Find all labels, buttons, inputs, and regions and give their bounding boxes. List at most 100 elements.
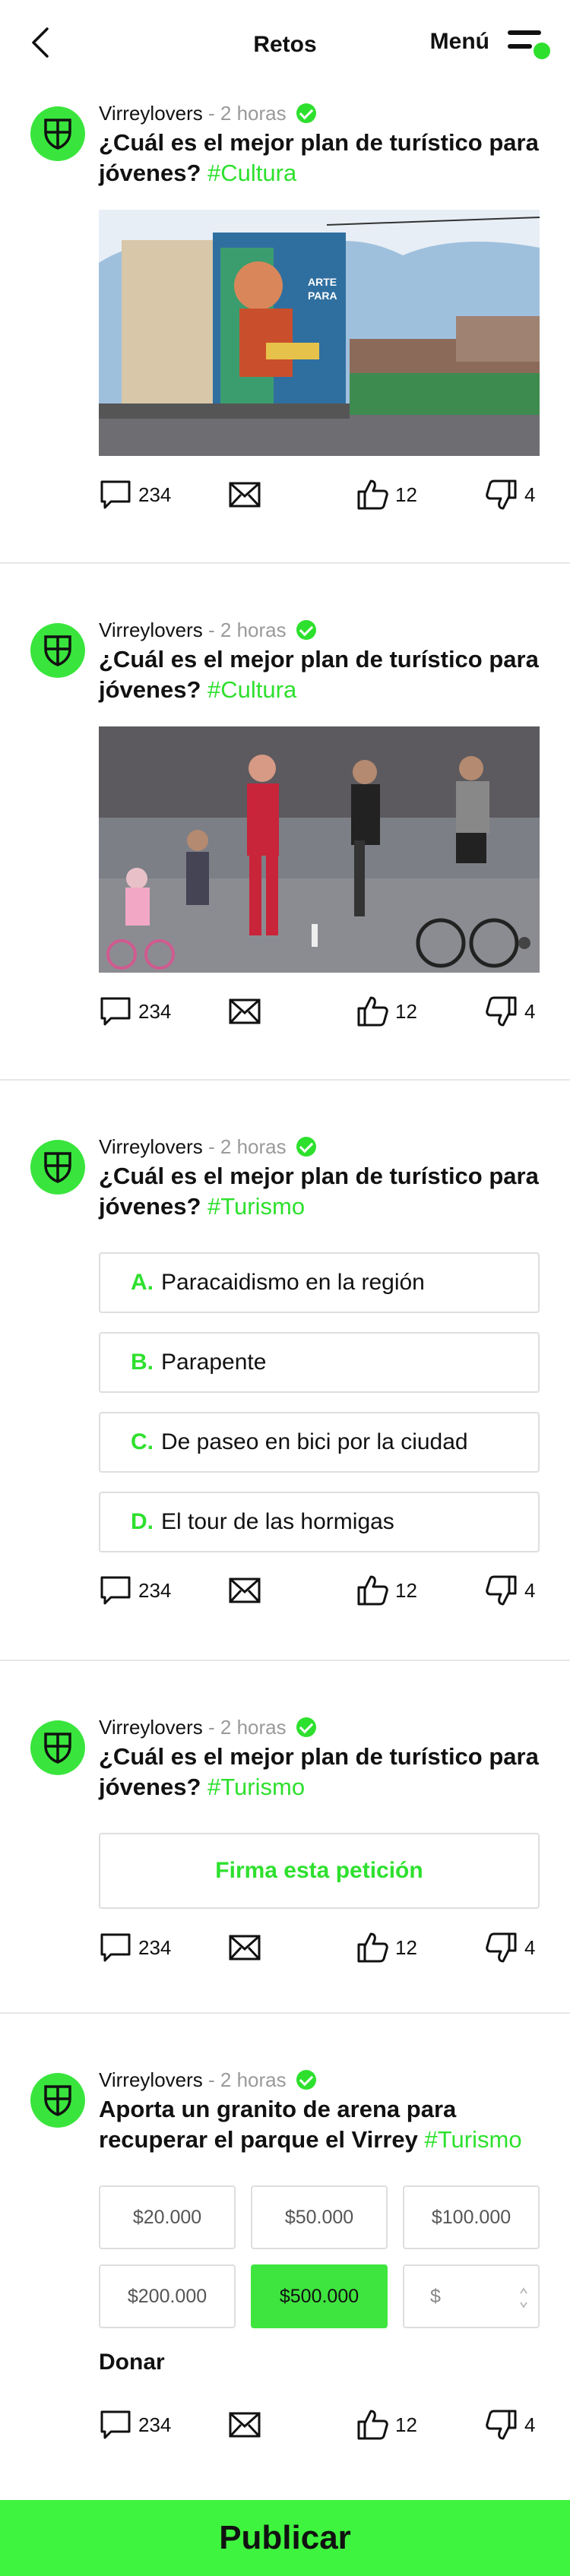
dislike-count: 4 xyxy=(524,483,536,506)
like-button[interactable]: 12 xyxy=(356,476,417,514)
comment-count: 234 xyxy=(138,1578,172,1602)
option-text: Parapente xyxy=(161,1350,267,1375)
dislike-button[interactable]: 4 xyxy=(485,1571,535,1609)
author-name[interactable]: Virreylovers xyxy=(99,619,203,641)
comments-button[interactable]: 234 xyxy=(99,476,171,514)
comments-button[interactable]: 234 xyxy=(99,992,171,1030)
stepper-arrows-icon[interactable] xyxy=(518,2284,529,2312)
poll-option-d[interactable]: D. El tour de las hormigas xyxy=(99,1492,540,1552)
comment-icon xyxy=(100,1933,131,1962)
custom-amount-input[interactable]: $ xyxy=(403,2264,540,2328)
like-button[interactable]: 12 xyxy=(356,992,417,1030)
svg-text:ARTE: ARTE xyxy=(308,276,337,288)
amount-option-selected[interactable]: $500.000 xyxy=(251,2264,388,2328)
hashtag-link[interactable]: #Turismo xyxy=(425,2126,522,2153)
hashtag-link[interactable]: #Cultura xyxy=(207,676,296,703)
dislike-button[interactable]: 4 xyxy=(485,992,535,1030)
post-title: ¿Cuál es el mejor plan de turístico para… xyxy=(99,128,547,188)
thumbs-down-icon xyxy=(486,2410,517,2440)
donate-button[interactable]: Donar xyxy=(99,2350,165,2375)
post-time: - 2 horas xyxy=(208,619,287,641)
like-count: 12 xyxy=(395,1578,417,1602)
post-title-text: Aporta un granito de arena para recupera… xyxy=(99,2096,457,2153)
hashtag-link[interactable]: #Turismo xyxy=(207,1774,305,1800)
comment-icon xyxy=(100,1576,131,1605)
thumbs-down-icon xyxy=(486,996,517,1027)
author-name[interactable]: Virreylovers xyxy=(99,102,203,125)
thumbs-up-icon xyxy=(357,1575,388,1606)
like-button[interactable]: 12 xyxy=(356,1929,417,1967)
comments-button[interactable]: 234 xyxy=(99,1929,171,1967)
post-meta: Virreylovers - 2 horas xyxy=(99,1135,316,1159)
post-time: - 2 horas xyxy=(208,1135,287,1158)
shield-icon xyxy=(44,119,71,150)
shield-icon xyxy=(44,635,71,666)
share-button[interactable] xyxy=(228,2406,261,2444)
share-button[interactable] xyxy=(228,1571,261,1609)
poll-option-c[interactable]: C. De paseo en bici por la ciudad xyxy=(99,1412,540,1473)
thumbs-up-icon xyxy=(357,479,388,510)
avatar[interactable] xyxy=(30,623,85,678)
post-image[interactable] xyxy=(99,726,540,973)
thumbs-down-icon xyxy=(486,1932,517,1963)
option-letter: B. xyxy=(131,1350,154,1375)
post-card: Virreylovers - 2 horas ¿Cuál es el mejor… xyxy=(0,0,570,562)
option-letter: C. xyxy=(131,1429,154,1454)
option-text: El tour de las hormigas xyxy=(161,1509,394,1534)
share-button[interactable] xyxy=(228,1929,261,1967)
verified-icon xyxy=(296,103,316,123)
comments-button[interactable]: 234 xyxy=(99,2406,171,2444)
post-card: Virreylovers - 2 horas ¿Cuál es el mejor… xyxy=(0,517,570,1079)
amount-option[interactable]: $50.000 xyxy=(251,2185,388,2249)
comment-icon xyxy=(100,2410,131,2439)
mail-icon xyxy=(229,2412,261,2438)
author-name[interactable]: Virreylovers xyxy=(99,1716,203,1739)
like-count: 12 xyxy=(395,999,417,1023)
amount-option[interactable]: $20.000 xyxy=(99,2185,236,2249)
avatar[interactable] xyxy=(30,106,85,161)
comments-button[interactable]: 234 xyxy=(99,1571,171,1609)
poll-post-card: Virreylovers - 2 horas ¿Cuál es el mejor… xyxy=(0,1033,570,1657)
hashtag-link[interactable]: #Turismo xyxy=(207,1193,305,1220)
comment-icon xyxy=(100,480,131,509)
post-image[interactable]: ARTE PARA xyxy=(99,210,540,456)
option-text: Paracaidismo en la región xyxy=(161,1270,425,1295)
poll-option-b[interactable]: B. Parapente xyxy=(99,1332,540,1393)
share-button[interactable] xyxy=(228,476,261,514)
amount-option[interactable]: $100.000 xyxy=(403,2185,540,2249)
comment-count: 234 xyxy=(138,1935,172,1959)
dislike-button[interactable]: 4 xyxy=(485,476,535,514)
avatar[interactable] xyxy=(30,2073,85,2128)
option-letter: D. xyxy=(131,1509,154,1534)
poll-option-a[interactable]: A. Paracaidismo en la región xyxy=(99,1252,540,1313)
street-mural-photo: ARTE PARA xyxy=(99,210,540,456)
mail-icon xyxy=(229,1935,261,1960)
post-title-text: ¿Cuál es el mejor plan de turístico para… xyxy=(99,1743,539,1800)
post-title: ¿Cuál es el mejor plan de turístico para… xyxy=(99,644,547,705)
share-button[interactable] xyxy=(228,992,261,1030)
post-actions: 234 12 4 xyxy=(99,1929,547,1967)
dislike-count: 4 xyxy=(524,999,536,1023)
post-meta: Virreylovers - 2 horas xyxy=(99,619,316,642)
author-name[interactable]: Virreylovers xyxy=(99,1135,203,1158)
post-title: Aporta un granito de arena para recupera… xyxy=(99,2094,547,2155)
thumbs-up-icon xyxy=(357,1932,388,1963)
like-button[interactable]: 12 xyxy=(356,2406,417,2444)
like-count: 12 xyxy=(395,1935,417,1959)
hashtag-link[interactable]: #Cultura xyxy=(207,160,296,186)
avatar[interactable] xyxy=(30,1140,85,1195)
post-title-text: ¿Cuál es el mejor plan de turístico para… xyxy=(99,1163,539,1220)
like-count: 12 xyxy=(395,483,417,506)
post-title: ¿Cuál es el mejor plan de turístico para… xyxy=(99,1161,547,1222)
like-button[interactable]: 12 xyxy=(356,1571,417,1609)
author-name[interactable]: Virreylovers xyxy=(99,2068,203,2091)
dislike-button[interactable]: 4 xyxy=(485,2406,535,2444)
publish-button[interactable]: Publicar xyxy=(0,2500,570,2576)
amount-option[interactable]: $200.000 xyxy=(99,2264,236,2328)
thumbs-up-icon xyxy=(357,996,388,1027)
avatar[interactable] xyxy=(30,1720,85,1775)
svg-text:PARA: PARA xyxy=(308,290,337,302)
dislike-button[interactable]: 4 xyxy=(485,1929,535,1967)
sign-petition-button[interactable]: Firma esta petición xyxy=(99,1833,540,1909)
thumbs-down-icon xyxy=(486,479,517,510)
